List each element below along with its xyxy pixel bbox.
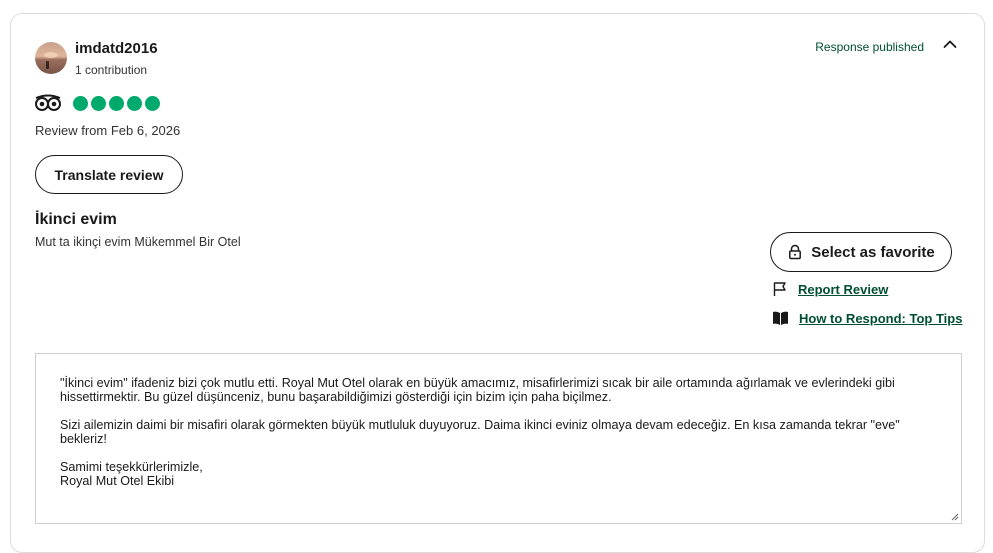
response-signature: Royal Mut Otel Ekibi: [60, 474, 175, 488]
select-favorite-label: Select as favorite: [811, 243, 935, 261]
flag-icon: [773, 282, 786, 296]
rating-bubble: [127, 96, 142, 111]
rating-bubble: [109, 96, 124, 111]
how-to-respond-link[interactable]: How to Respond: Top Tips: [772, 310, 962, 326]
resize-handle-icon[interactable]: [951, 513, 959, 521]
rating-bubble: [73, 96, 88, 111]
rating-bubble: [145, 96, 160, 111]
select-favorite-button[interactable]: Select as favorite: [770, 232, 952, 272]
rating-bubble: [91, 96, 106, 111]
book-icon: [773, 311, 788, 325]
response-signoff: Samimi teşekkürlerimizle,: [60, 460, 203, 474]
reviewer-name[interactable]: imdatd2016: [75, 40, 158, 57]
response-status: Response published: [815, 40, 924, 54]
lock-icon: [789, 244, 802, 260]
translate-review-button[interactable]: Translate review: [35, 155, 183, 194]
response-paragraph: Sizi ailemizin daimi bir misafiri olarak…: [60, 418, 900, 446]
report-review-label: Report Review: [798, 281, 889, 297]
avatar[interactable]: [35, 42, 67, 74]
owner-response-textarea[interactable]: "İkinci evim" ifadeniz bizi çok mutlu et…: [35, 353, 962, 524]
contribution-count: 1 contribution: [75, 63, 148, 77]
how-to-respond-label: How to Respond: Top Tips: [799, 310, 963, 326]
review-date: Review from Feb 6, 2026: [35, 123, 181, 138]
chevron-up-icon[interactable]: [942, 36, 958, 52]
review-text: Mut ta ikinçi evim Mükemmel Bir Otel: [35, 235, 241, 249]
owl-eyes-icon: [35, 94, 61, 111]
response-paragraph: "İkinci evim" ifadeniz bizi çok mutlu et…: [60, 376, 895, 404]
report-review-link[interactable]: Report Review: [772, 281, 888, 297]
review-title: İkinci evim: [35, 211, 117, 228]
rating-bubbles: [73, 96, 160, 111]
review-card: imdatd2016 1 contribution Response publi…: [10, 13, 985, 553]
